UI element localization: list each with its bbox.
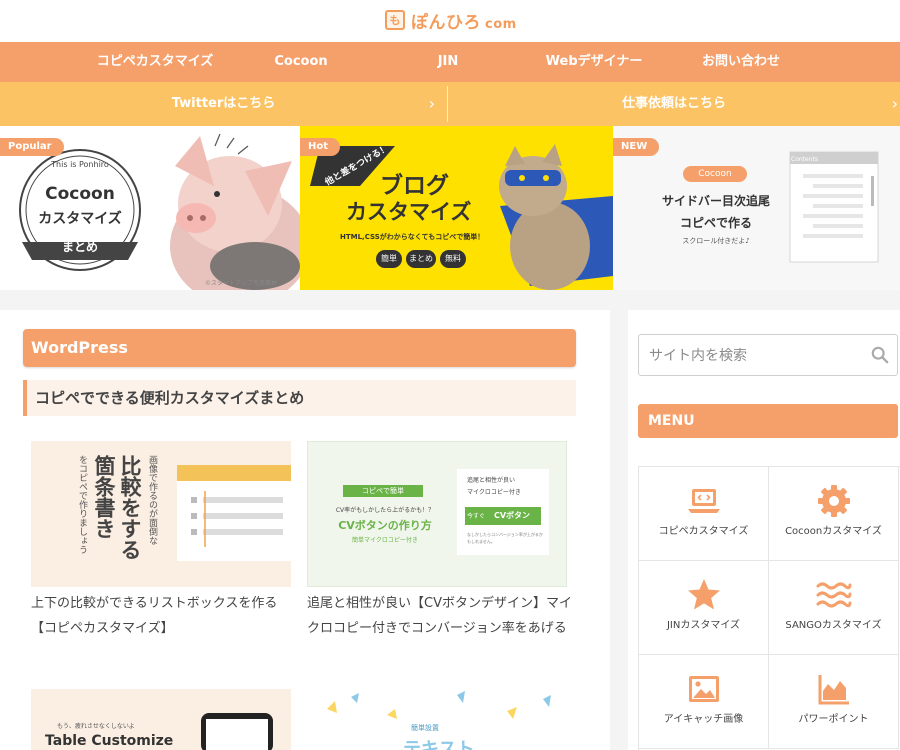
star-icon: [687, 579, 720, 610]
nav-item-contact[interactable]: お問い合わせ: [702, 42, 780, 82]
thumb-big-text: 比較をする: [118, 455, 142, 560]
list-compare-art: [177, 465, 291, 561]
thumb-headline: CVボタンの作り方: [338, 519, 432, 532]
sub-nav: Twitterはこちら › 仕事依頼はこちら ›: [0, 82, 900, 126]
nav-item-jin[interactable]: JIN: [438, 42, 459, 82]
banner-subtitle: カスタマイズ: [38, 211, 122, 227]
banner-title-line2: コピペで作る: [679, 216, 752, 230]
nav-item-cocoon[interactable]: Cocoon: [274, 42, 327, 82]
chip-free: 無料: [440, 250, 466, 268]
banner-sidebar-toc[interactable]: NEW Contents Cocoon サイドバー目次追尾 コピペで作る スクロ…: [613, 126, 900, 290]
laptop-code-icon: [687, 489, 720, 513]
post-card[interactable]: もう、疲れさせなくしないよ Table Customize: [31, 689, 291, 750]
thumb-check-2: マイクロコピー付き: [467, 489, 521, 496]
menu-item-label: JINカスタマイズ: [666, 620, 741, 631]
thumb-button-tag: 今すぐ: [467, 513, 486, 520]
post-card[interactable]: 簡単設置 テキスト: [307, 689, 567, 750]
toc-panel-title: Contents: [791, 156, 818, 163]
menu-grid: コピペカスタマイズ Cocoonカスタマイズ JINカスタマイズ SANGOカス…: [638, 466, 900, 750]
menu-item-jin[interactable]: JINカスタマイズ: [639, 561, 769, 655]
section-heading: コピペでできる便利カスタマイズまとめ: [23, 380, 576, 416]
nav-item-copipe[interactable]: コピペカスタマイズ: [97, 42, 214, 82]
menu-title: MENU: [638, 404, 898, 438]
post-title: 上下の比較ができるリストボックスを作る【コピペカスタマイズ】: [31, 596, 278, 636]
thumb-question: CV率がもしかしたら上がるかも！？: [335, 507, 435, 514]
thumb-small-text: 画像で作るのが面倒な: [147, 455, 157, 545]
thumb-check-1: 追尾と相性が良い: [467, 477, 516, 484]
logo-suffix: com: [485, 16, 517, 32]
menu-item-powerpoint[interactable]: パワーポイント: [769, 655, 899, 749]
category-title: WordPress: [23, 329, 576, 367]
twitter-link[interactable]: Twitterはこちら ›: [0, 82, 447, 126]
banner-blog-customize[interactable]: Hot 他と差をつける！ ブログ カスタマイズ HTML,CSSがわからなくても…: [300, 126, 613, 290]
post-thumbnail: 簡単設置 テキスト: [307, 689, 567, 750]
twitter-link-label: Twitterはこちら: [171, 96, 276, 111]
menu-item-label: アイキャッチ画像: [663, 714, 744, 725]
new-badge: NEW: [613, 138, 660, 156]
popular-badge: Popular: [0, 138, 64, 156]
post-card[interactable]: コピペで簡単 CV率がもしかしたら上がるかも！？ CVボタンの作り方 簡単マイク…: [307, 441, 572, 671]
thumb-tag: コピペで簡単: [362, 487, 404, 495]
nav-item-webdesigner[interactable]: Webデザイナー: [546, 42, 643, 82]
menu-item-cocoon[interactable]: Cocoonカスタマイズ: [769, 467, 899, 561]
banner-title-line1: ブログ: [380, 173, 449, 199]
banner-ribbon-text: まとめ: [61, 240, 98, 254]
menu-item-copipe[interactable]: コピペカスタマイズ: [639, 467, 769, 561]
chevron-right-icon: ›: [428, 94, 435, 113]
thumb-note: なしかしたらコンバージョン率が上がるかもしれません。: [467, 532, 543, 544]
image-icon: [688, 676, 719, 702]
search-box: [638, 334, 898, 376]
menu-item-label: Cocoonカスタマイズ: [785, 526, 882, 537]
work-request-link[interactable]: 仕事依頼はこちら ›: [448, 82, 900, 126]
post-card[interactable]: 比較をする 箇条書き 画像で作るのが面倒な をコピペで作りましょう 上下の比較が…: [31, 441, 296, 647]
work-request-label: 仕事依頼はこちら: [621, 96, 726, 111]
thumb-big-text: テキスト: [403, 739, 475, 750]
banner-desc: スクロール付きだよ♪: [682, 237, 750, 245]
gear-icon: [817, 485, 850, 517]
chip-summary: まとめ: [406, 250, 436, 268]
logo-text: ぽんひろ com: [411, 8, 517, 33]
post-thumbnail: 比較をする 箇条書き 画像で作るのが面倒な をコピペで作りましょう: [31, 441, 291, 587]
menu-item-sango[interactable]: SANGOカスタマイズ: [769, 561, 899, 655]
chart-icon: [818, 675, 849, 705]
post-title: 追尾と相性が良い【CVボタンデザイン】マイクロコピー付きでコンバージョン率をあげ…: [307, 596, 572, 636]
post-thumbnail: コピペで簡単 CV率がもしかしたら上がるかも！？ CVボタンの作り方 簡単マイク…: [307, 441, 567, 587]
hot-badge: Hot: [300, 138, 341, 156]
menu-item-label: コピペカスタマイズ: [658, 526, 749, 537]
post-thumbnail: もう、疲れさせなくしないよ Table Customize: [31, 689, 291, 750]
banner-desc: HTML,CSSがわからなくてもコピペで簡単！: [340, 233, 485, 241]
banner-title-line1: サイドバー目次追尾: [661, 194, 770, 208]
menu-item-label: SANGOカスタマイズ: [785, 620, 882, 631]
thumb-big-text: Table Customize: [45, 733, 174, 749]
banner-title: Cocoon: [45, 184, 115, 204]
site-header: も ぽんひろ com: [0, 0, 900, 42]
banner-title-line2: カスタマイズ: [346, 200, 472, 224]
cocoon-pill: Cocoon: [683, 166, 747, 182]
logo-mark-icon: も: [385, 10, 405, 30]
search-icon[interactable]: [871, 346, 889, 364]
thumb-subline: 簡単マイクロコピー付き: [352, 537, 418, 544]
search-input[interactable]: [649, 344, 859, 368]
main-nav: コピペカスタマイズ Cocoon JIN Webデザイナー お問い合わせ: [0, 42, 900, 82]
sub-nav-divider: [447, 86, 448, 122]
site-logo[interactable]: も ぽんひろ com: [385, 8, 517, 33]
thumb-small-text: もう、疲れさせなくしないよ: [57, 723, 135, 730]
menu-item-label: パワーポイント: [798, 714, 869, 725]
toc-panel: [789, 151, 879, 263]
chevron-right-icon: ›: [891, 94, 898, 113]
thumb-small-text-2: をコピペで作りましょう: [77, 455, 87, 554]
photo-credit: ©スタートアップ写真素材: [205, 280, 278, 287]
logo-name: ぽんひろ: [411, 12, 481, 33]
chip-easy: 簡単: [376, 250, 402, 268]
thumb-small-text: 簡単設置: [411, 724, 439, 732]
thumb-button-text: CVボタン: [493, 511, 531, 520]
banner-cocoon-customize[interactable]: Popular This is Ponhiro Cocoon カスタマイズ まと…: [0, 126, 300, 290]
pig-illustration: [170, 133, 300, 290]
menu-item-eyecatch[interactable]: アイキャッチ画像: [639, 655, 769, 749]
waves-icon: [816, 582, 851, 608]
banner-small-text: This is Ponhiro: [51, 160, 109, 169]
cat-illustration: [499, 144, 613, 290]
thumb-big-text-2: 箇条書き: [92, 455, 116, 539]
